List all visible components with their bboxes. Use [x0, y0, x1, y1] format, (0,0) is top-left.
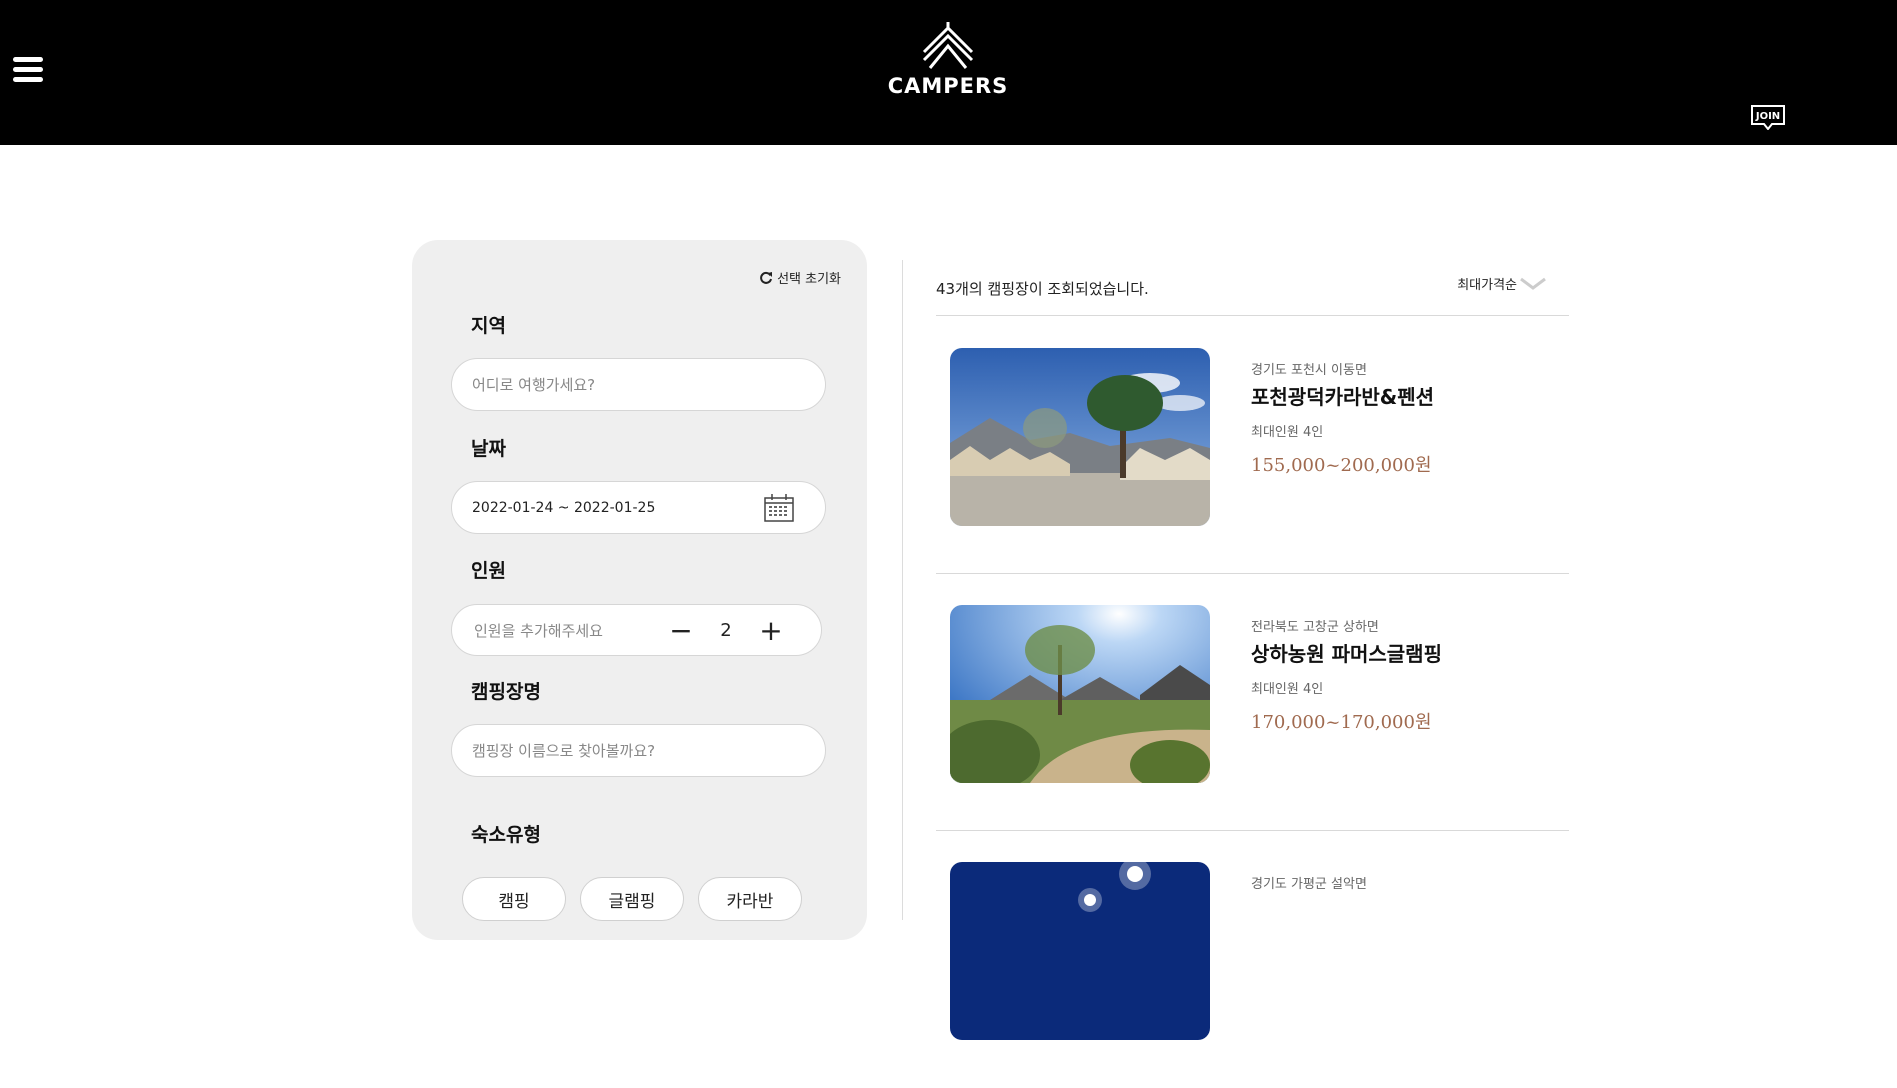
refresh-icon: [760, 271, 773, 284]
camp-location: 경기도 포천시 이동면: [1251, 363, 1367, 378]
tent-logo-icon: [922, 22, 974, 69]
result-count: 43개의 캠핑장이 조회되었습니다.: [936, 280, 1149, 298]
camp-card[interactable]: 전라북도 고창군 상하면 상하농원 파머스글램핑 최대인원 4인 170,000…: [936, 574, 1569, 831]
camp-location: 경기도 가평군 설악면: [1251, 877, 1367, 892]
calendar-icon[interactable]: [763, 493, 795, 523]
reset-label: 선택 초기화: [777, 272, 841, 287]
join-label: JOIN: [1755, 111, 1780, 122]
region-input[interactable]: 어디로 여행가세요?: [451, 358, 826, 411]
filter-panel: 선택 초기화 지역 어디로 여행가세요? 날짜 2022-01-24 ~ 202…: [412, 240, 867, 940]
camp-capacity: 최대인원 4인: [1251, 425, 1324, 440]
menu-icon[interactable]: [13, 57, 43, 83]
lodging-option-caravan[interactable]: 카라반: [698, 877, 802, 921]
people-label: 인원: [471, 560, 506, 582]
sort-dropdown[interactable]: 최대가격순: [1457, 274, 1547, 293]
camp-name-input[interactable]: 캠핑장 이름으로 찾아볼까요?: [451, 724, 826, 777]
campers-logo[interactable]: CAMPERS: [883, 22, 1013, 98]
panel-divider: [902, 260, 903, 920]
people-count: 2: [720, 619, 732, 641]
people-stepper: 인원을 추가해주세요 − 2 +: [451, 604, 822, 656]
camp-card[interactable]: 경기도 가평군 설악면: [936, 831, 1569, 1088]
date-input[interactable]: 2022-01-24 ~ 2022-01-25: [451, 481, 826, 534]
camp-name[interactable]: 포천광덕카라반&펜션: [1251, 381, 1434, 410]
camp-photo[interactable]: [950, 348, 1210, 526]
site-header: CAMPERS JOIN: [0, 0, 1897, 145]
lodging-option-glamping[interactable]: 글램핑: [580, 877, 684, 921]
logo-text: CAMPERS: [887, 74, 1009, 98]
camp-price: 155,000~200,000원: [1251, 455, 1432, 476]
lodging-type-label: 숙소유형: [471, 824, 541, 846]
date-value: 2022-01-24 ~ 2022-01-25: [472, 499, 656, 516]
region-placeholder: 어디로 여행가세요?: [472, 376, 596, 394]
camp-name[interactable]: 상하농원 파머스글램핑: [1251, 638, 1442, 667]
camp-name-label: 캠핑장명: [471, 681, 541, 703]
results-header: 43개의 캠핑장이 조회되었습니다. 최대가격순: [936, 277, 1569, 316]
reset-selection-button[interactable]: 선택 초기화: [759, 268, 841, 287]
chevron-down-icon: [1520, 277, 1546, 290]
lodging-option-camping[interactable]: 캠핑: [462, 877, 566, 921]
lodging-type-options: 캠핑 글램핑 카라반: [462, 877, 802, 921]
sort-label: 최대가격순: [1457, 278, 1517, 293]
camp-price: 170,000~170,000원: [1251, 712, 1432, 733]
people-placeholder: 인원을 추가해주세요: [474, 621, 603, 640]
camp-photo[interactable]: [950, 605, 1210, 783]
plus-button[interactable]: +: [756, 614, 786, 647]
minus-button[interactable]: −: [666, 614, 696, 647]
camp-card[interactable]: 경기도 포천시 이동면 포천광덕카라반&펜션 최대인원 4인 155,000~2…: [936, 317, 1569, 574]
camp-photo[interactable]: [950, 862, 1210, 1040]
camp-capacity: 최대인원 4인: [1251, 682, 1324, 697]
join-icon[interactable]: JOIN: [1750, 104, 1786, 130]
date-label: 날짜: [471, 438, 506, 460]
camp-name-placeholder: 캠핑장 이름으로 찾아볼까요?: [472, 742, 656, 760]
camp-location: 전라북도 고창군 상하면: [1251, 620, 1379, 635]
region-label: 지역: [471, 315, 506, 337]
